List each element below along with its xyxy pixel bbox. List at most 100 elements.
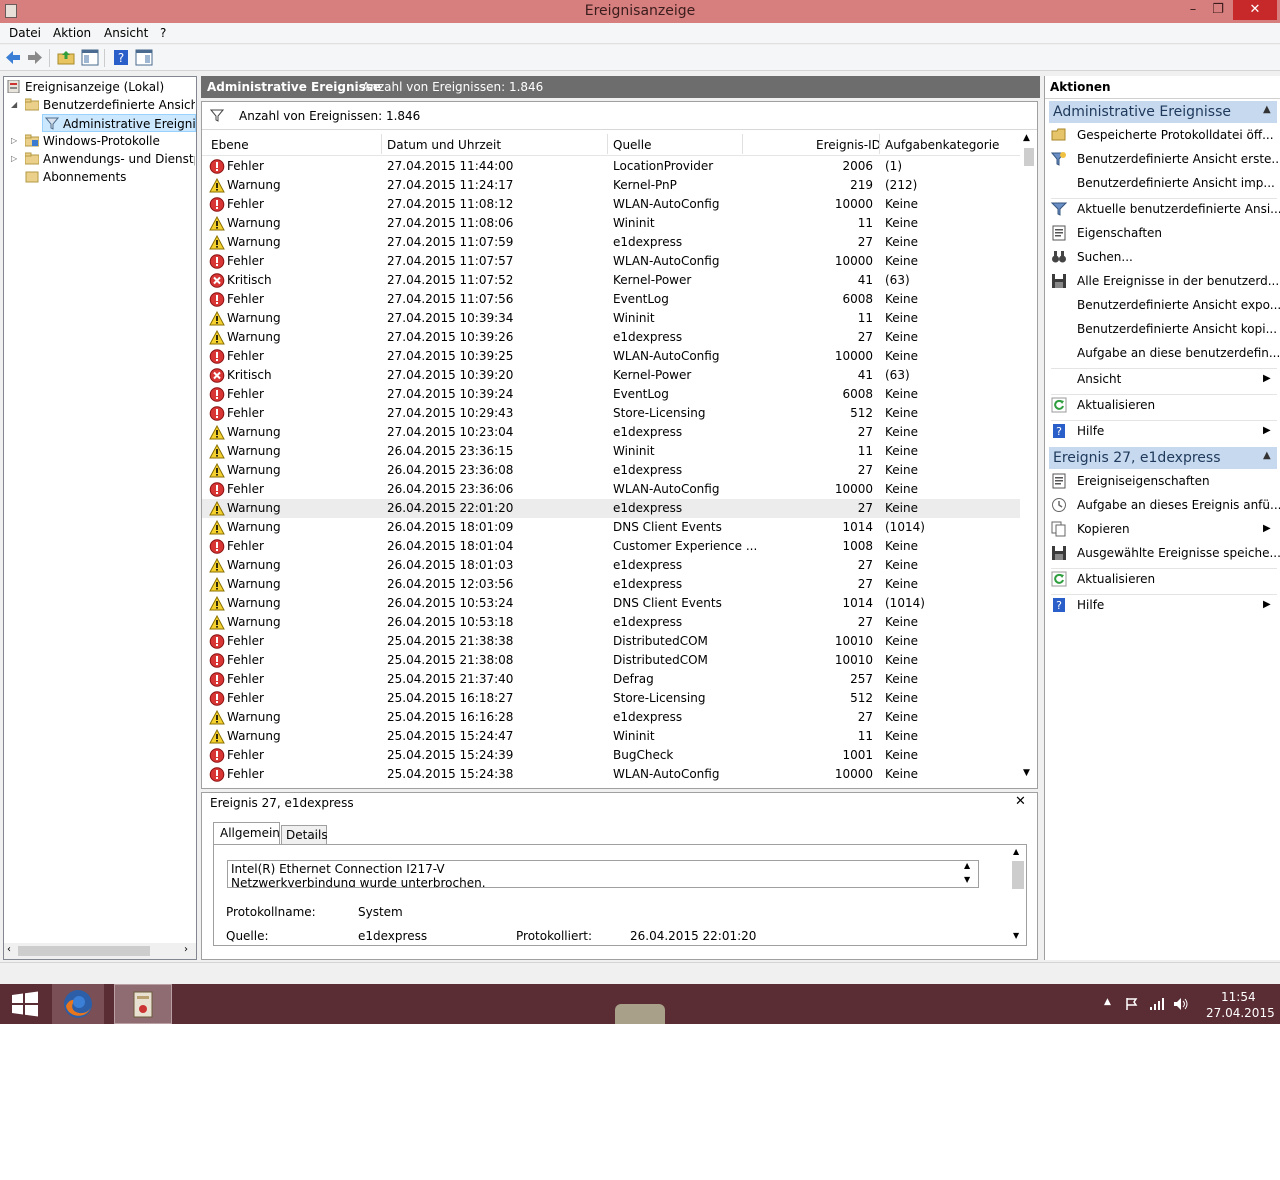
action-item[interactable]: Aufgabe an dieses Ereignis anfü... (1077, 495, 1280, 515)
table-row[interactable]: Warnung 26.04.2015 23:36:15 Wininit 11 Keine (202, 442, 1020, 461)
action-item[interactable]: Eigenschaften (1077, 223, 1162, 243)
desktop-peek-tab[interactable] (615, 1004, 665, 1024)
table-row[interactable]: Fehler 25.04.2015 21:38:08 DistributedCOM 1… (202, 651, 1020, 670)
action-item[interactable]: Benutzerdefinierte Ansicht expo... (1077, 295, 1280, 315)
table-row[interactable]: Warnung 27.04.2015 10:23:04 e1dexpress 27 Ke… (202, 423, 1020, 442)
section-admin-events[interactable]: Administrative Ereignisse ▲ (1049, 101, 1277, 123)
table-row[interactable]: Warnung 27.04.2015 11:07:59 e1dexpress 27 Ke… (202, 233, 1020, 252)
table-row[interactable]: Warnung 27.04.2015 10:39:26 e1dexpress 27 Ke… (202, 328, 1020, 347)
show-hide-tree-icon[interactable] (81, 49, 99, 66)
close-button[interactable]: ✕ (1233, 0, 1277, 20)
col-event-id[interactable]: Ereignis-ID (816, 138, 881, 152)
action-item[interactable]: Kopieren (1077, 519, 1130, 539)
table-row[interactable]: Warnung 27.04.2015 11:08:06 Wininit 11 Keine (202, 214, 1020, 233)
action-item[interactable]: Aktuelle benutzerdefinierte Ansi... (1077, 199, 1280, 219)
table-row[interactable]: Warnung 26.04.2015 23:36:08 e1dexpress 27 Ke… (202, 461, 1020, 480)
table-row[interactable]: Kritisch 27.04.2015 10:39:20 Kernel-Power 4… (202, 366, 1020, 385)
detail-close-icon[interactable]: ✕ (1015, 794, 1026, 809)
detail-scrollbar[interactable]: ▲ ▼ (1010, 845, 1026, 945)
action-item[interactable]: Alle Ereignisse in der benutzerd... (1077, 271, 1279, 291)
action-item[interactable]: Ansicht (1077, 369, 1121, 389)
action-center-flag-icon[interactable] (1125, 997, 1139, 1011)
table-row[interactable]: Fehler 25.04.2015 21:37:40 Defrag 257 Keine (202, 670, 1020, 689)
tree-item-subscriptions[interactable]: Abonnements (25, 168, 195, 186)
table-row[interactable]: Fehler 27.04.2015 11:08:12 WLAN-AutoConfig… (202, 195, 1020, 214)
table-row[interactable]: Warnung 27.04.2015 11:24:17 Kernel-PnP 219 (… (202, 176, 1020, 195)
table-row[interactable]: Kritisch 27.04.2015 11:07:52 Kernel-Power 4… (202, 271, 1020, 290)
clock-time[interactable]: 11:54 (1221, 990, 1256, 1004)
tab-allgemein[interactable]: Allgemein (213, 822, 280, 845)
tree-item-custom-views[interactable]: Benutzerdefinierte Ansichten (25, 96, 195, 114)
volume-icon[interactable] (1173, 997, 1189, 1011)
scroll-right-icon[interactable]: › (184, 944, 188, 955)
menu-aktion[interactable]: Aktion (53, 26, 91, 40)
action-item[interactable]: Benutzerdefinierte Ansicht imp... (1077, 173, 1275, 193)
table-row[interactable]: Warnung 26.04.2015 10:53:24 DNS Client Eve… (202, 594, 1020, 613)
scroll-up-icon[interactable]: ▲ (964, 861, 970, 870)
scroll-down-icon[interactable]: ▼ (1023, 768, 1030, 778)
menu-datei[interactable]: Datei (9, 26, 41, 40)
scroll-left-icon[interactable]: ‹ (7, 944, 11, 955)
action-item[interactable]: Hilfe (1077, 421, 1104, 441)
action-item[interactable]: Ereigniseigenschaften (1077, 471, 1210, 491)
expand-arrow-icon[interactable]: ▷ (11, 136, 17, 145)
table-row[interactable]: Fehler 26.04.2015 23:36:06 WLAN-AutoConfig… (202, 480, 1020, 499)
folder-up-icon[interactable] (57, 49, 75, 66)
collapse-arrow-icon[interactable]: ◢ (11, 100, 17, 109)
table-row[interactable]: Fehler 27.04.2015 11:07:56 EventLog 6008 Kei… (202, 290, 1020, 309)
col-category[interactable]: Aufgabenkategorie (885, 138, 999, 152)
windows-start-icon[interactable] (11, 991, 39, 1017)
network-signal-icon[interactable] (1149, 997, 1165, 1011)
clock-date[interactable]: 27.04.2015 (1206, 1006, 1275, 1020)
action-item[interactable]: Aktualisieren (1077, 395, 1155, 415)
table-row[interactable]: Fehler 27.04.2015 10:39:24 EventLog 6008 Kei… (202, 385, 1020, 404)
scroll-down-icon[interactable]: ▼ (964, 875, 970, 884)
col-level[interactable]: Ebene (211, 138, 249, 152)
menu-ansicht[interactable]: Ansicht (104, 26, 148, 40)
horizontal-scrollbar[interactable]: ‹ › (4, 943, 196, 959)
forward-arrow-icon[interactable] (26, 49, 44, 66)
tree-item-admin-events[interactable]: Administrative Ereignisse (42, 114, 196, 132)
action-item[interactable]: Hilfe (1077, 595, 1104, 615)
tree-root[interactable]: Ereignisanzeige (Lokal) (7, 78, 195, 96)
table-row[interactable]: Warnung 26.04.2015 18:01:03 e1dexpress 27 Ke… (202, 556, 1020, 575)
action-item[interactable]: Suchen... (1077, 247, 1133, 267)
action-item[interactable]: Benutzerdefinierte Ansicht erste... (1077, 149, 1280, 169)
menu-help[interactable]: ? (160, 26, 166, 40)
table-row[interactable]: Warnung 26.04.2015 18:01:09 DNS Client Eve… (202, 518, 1020, 537)
tree-item-app-service-logs[interactable]: Anwendungs- und Dienstprotokolle (25, 150, 195, 168)
collapse-icon[interactable]: ▲ (1263, 450, 1271, 461)
action-item[interactable]: Aufgabe an diese benutzerdefin... (1077, 343, 1280, 363)
table-row[interactable]: Fehler 27.04.2015 10:39:25 WLAN-AutoConfig… (202, 347, 1020, 366)
scrollbar-thumb[interactable] (1024, 148, 1034, 166)
scroll-down-icon[interactable]: ▼ (1013, 931, 1019, 940)
show-hide-actions-icon[interactable] (135, 49, 153, 66)
back-arrow-icon[interactable] (4, 49, 22, 66)
table-row[interactable]: Fehler 27.04.2015 10:29:43 Store-Licensing… (202, 404, 1020, 423)
collapse-icon[interactable]: ▲ (1263, 104, 1271, 115)
table-row[interactable]: Warnung 26.04.2015 12:03:56 e1dexpress 27 Ke… (202, 575, 1020, 594)
action-item[interactable]: Gespeicherte Protokolldatei öff... (1077, 125, 1274, 145)
table-row[interactable]: Fehler 25.04.2015 15:24:39 BugCheck 1001 Kei… (202, 746, 1020, 765)
scroll-up-icon[interactable]: ▲ (1023, 133, 1030, 143)
table-row[interactable]: Fehler 25.04.2015 16:18:27 Store-Licensing… (202, 689, 1020, 708)
vertical-scrollbar[interactable]: ▲ ▼ (1020, 132, 1037, 784)
table-row[interactable]: Warnung 25.04.2015 15:24:47 Wininit 11 Keine (202, 727, 1020, 746)
expand-arrow-icon[interactable]: ▷ (11, 154, 17, 163)
tab-details[interactable]: Details (281, 825, 328, 845)
action-item[interactable]: Ausgewählte Ereignisse speiche... (1077, 543, 1280, 563)
taskbar-event-viewer[interactable] (114, 984, 172, 1024)
table-row[interactable]: Warnung 26.04.2015 22:01:20 e1dexpress 27 Ke… (202, 499, 1020, 518)
taskbar-firefox[interactable] (52, 984, 104, 1024)
maximize-button[interactable]: ❐ (1203, 0, 1233, 20)
help-icon[interactable]: ? (112, 49, 130, 66)
table-row[interactable]: Fehler 25.04.2015 21:38:38 DistributedCOM 1… (202, 632, 1020, 651)
show-hidden-icons[interactable]: ▲ (1104, 997, 1111, 1007)
title-bar[interactable]: Ereignisanzeige – ❐ ✕ (0, 0, 1280, 23)
scrollbar-thumb[interactable] (18, 946, 150, 956)
table-row[interactable]: Warnung 25.04.2015 16:16:28 e1dexpress 27 Ke… (202, 708, 1020, 727)
col-datetime[interactable]: Datum und Uhrzeit (387, 138, 501, 152)
table-row[interactable]: Warnung 27.04.2015 10:39:34 Wininit 11 Keine (202, 309, 1020, 328)
event-message-box[interactable]: Intel(R) Ethernet Connection I217-V Netz… (227, 860, 979, 888)
table-row[interactable]: Fehler 26.04.2015 18:01:04 Customer Experi… (202, 537, 1020, 556)
